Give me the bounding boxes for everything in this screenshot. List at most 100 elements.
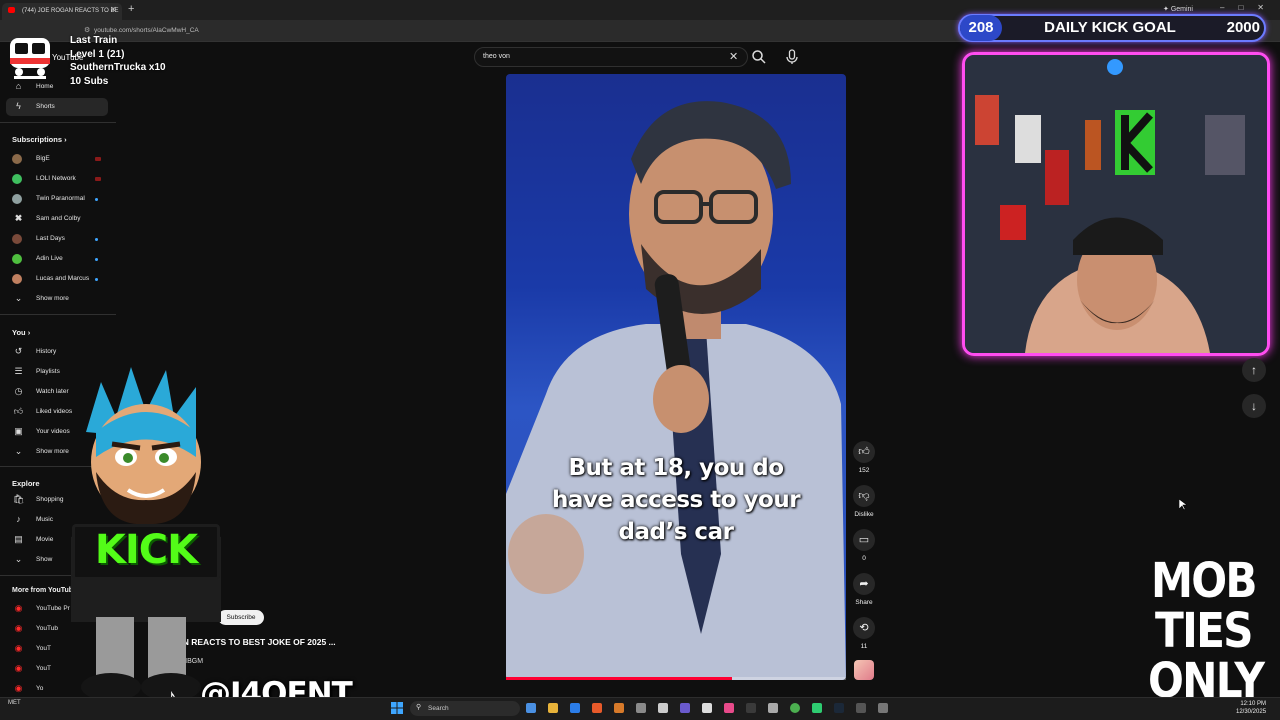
avatar [12, 154, 22, 164]
taskbar-app-icon[interactable] [702, 703, 712, 713]
sidebar-item-label: Last Days [36, 235, 65, 242]
site-info-icon[interactable]: ⚙ [84, 26, 90, 34]
sidebar-item-sub-1[interactable]: LOLI Network [6, 170, 108, 188]
search-query[interactable]: theo von [483, 53, 510, 60]
tab-close-icon[interactable]: ✕ [110, 5, 117, 14]
sidebar-item-label: Lucas and Marcus [36, 275, 90, 282]
thumbs-up-icon: 👍︎ [858, 446, 870, 458]
taskbar-app-icon[interactable] [746, 703, 756, 713]
remix-button[interactable]: ⟲ [853, 617, 875, 639]
home-icon: ⌂ [15, 81, 22, 91]
sidebar-item-history[interactable]: ↺ History [6, 343, 108, 361]
sidebar-item-sub-5[interactable]: Adin Live [6, 250, 108, 268]
shorts-video-player[interactable] [506, 74, 846, 680]
playlists-icon: ☰ [14, 366, 23, 376]
next-short-button[interactable]: ↓ [1242, 394, 1266, 418]
sidebar-item-label: Movie [36, 536, 54, 543]
youtube-red-icon: ◉ [14, 603, 23, 613]
comments-button[interactable]: ▭ [853, 529, 875, 551]
goal-target: 2000 [1226, 19, 1260, 36]
you-header[interactable]: You › [12, 328, 30, 337]
sidebar-item-label: YouT [36, 665, 51, 672]
search-input[interactable] [474, 47, 748, 67]
chrome-icon[interactable] [790, 703, 800, 713]
steam-icon[interactable] [834, 703, 844, 713]
overlay-line: SouthernTrucka x10 [70, 62, 166, 73]
search-icon[interactable] [750, 48, 768, 66]
youtube-red-icon: ◉ [14, 643, 23, 653]
train-icon [10, 38, 50, 79]
watermark-line: TIES [1155, 603, 1254, 659]
tab-title: (744) JOE ROGAN REACTS TO BE [22, 8, 119, 14]
microphone-icon[interactable] [784, 48, 800, 66]
taskbar-app-icon[interactable] [526, 703, 536, 713]
taskbar-app-icon[interactable] [570, 703, 580, 713]
sidebar-item-sub-6[interactable]: Lucas and Marcus [6, 270, 108, 288]
sidebar-item-shorts[interactable]: ϟ Shorts [6, 98, 108, 116]
taskbar-clock[interactable]: 12:10 PM 12/30/2025 [1236, 700, 1266, 716]
clear-search-icon[interactable]: ✕ [729, 50, 738, 63]
divider [0, 122, 116, 123]
thumbs-up-icon: 👍︎ [13, 406, 24, 416]
window-controls[interactable]: –□✕ [1220, 3, 1278, 12]
share-button[interactable]: ➦ [853, 573, 875, 595]
gemini-label: Gemini [1170, 6, 1193, 13]
new-content-dot [95, 258, 98, 261]
taskbar-app-icon[interactable] [768, 703, 778, 713]
sound-thumbnail[interactable] [854, 660, 874, 680]
youtube-red-icon: ◉ [14, 623, 23, 633]
like-button[interactable]: 👍︎ [853, 441, 875, 463]
clock-time: 12:10 PM [1240, 701, 1267, 707]
remix-count: 11 [860, 643, 868, 650]
sidebar-item-label: Home [36, 83, 54, 90]
discord-icon[interactable] [680, 703, 690, 713]
webcam-frame [962, 52, 1270, 356]
share-label: Share [855, 599, 873, 606]
kick-sign-text: KICK [94, 527, 198, 573]
previous-short-button[interactable]: ↑ [1242, 358, 1266, 382]
youtube-red-icon: ◉ [14, 683, 23, 693]
sidebar-item-label: LOLI Network [36, 175, 76, 182]
comment-icon: ▭ [858, 534, 870, 546]
new-tab-icon[interactable]: + [128, 3, 134, 15]
taskbar-app-icon[interactable] [592, 703, 602, 713]
taskbar-app-icon[interactable] [724, 703, 734, 713]
file-explorer-icon[interactable] [548, 703, 558, 713]
sidebar-item-sub-4[interactable]: Last Days [6, 230, 108, 248]
gemini-button[interactable]: ✦ Gemini [1163, 5, 1193, 13]
mob-ties-only-watermark: MOB TIES ONLY [1148, 553, 1265, 706]
show-more-subscriptions[interactable]: ⌄ Show more [6, 290, 108, 308]
settings-icon[interactable] [878, 703, 888, 713]
webcam-scene [965, 55, 1267, 353]
watermark-line: MOB [1151, 553, 1258, 609]
mouse-cursor-icon [1179, 499, 1187, 511]
sidebar-item-sub-0[interactable]: BigE [6, 150, 108, 168]
sidebar-item-label: History [36, 348, 57, 355]
sidebar-item-label: Sam and Colby [36, 215, 81, 222]
taskbar-search[interactable]: Search [410, 701, 520, 716]
history-icon: ↺ [14, 346, 23, 356]
divider [0, 314, 116, 315]
avatar [12, 254, 22, 264]
subscriptions-header[interactable]: Subscriptions › [12, 135, 67, 144]
sidebar-item-sub-3[interactable]: ✖ Sam and Colby [6, 210, 108, 228]
taskbar-app-icon[interactable] [856, 703, 866, 713]
youtube-logo[interactable]: YouTube [52, 53, 83, 62]
taskbar-app-icon[interactable] [812, 703, 822, 713]
caption-line: But at 18, you do [568, 455, 784, 481]
url-text[interactable]: youtube.com/shorts/AlaCwMwH_CA [94, 27, 199, 34]
sidebar-item-label: BigE [36, 155, 50, 162]
taskbar-app-icon[interactable] [658, 703, 668, 713]
taskbar-app-icon[interactable] [636, 703, 646, 713]
like-count: 152 [858, 467, 870, 474]
dislike-button[interactable]: 👎︎ [853, 485, 875, 507]
film-icon: ▤ [14, 534, 23, 544]
x-logo-icon: ✖ [14, 213, 23, 223]
weather-widget[interactable]: MET [8, 700, 21, 706]
avatar [12, 274, 22, 284]
new-content-dot [95, 238, 98, 241]
browser-tab[interactable]: (744) JOE ROGAN REACTS TO BE [2, 3, 122, 20]
sidebar-item-sub-2[interactable]: Twin Paranormal [6, 190, 108, 208]
windows-start-icon[interactable] [391, 702, 403, 714]
taskbar-app-icon[interactable] [614, 703, 624, 713]
